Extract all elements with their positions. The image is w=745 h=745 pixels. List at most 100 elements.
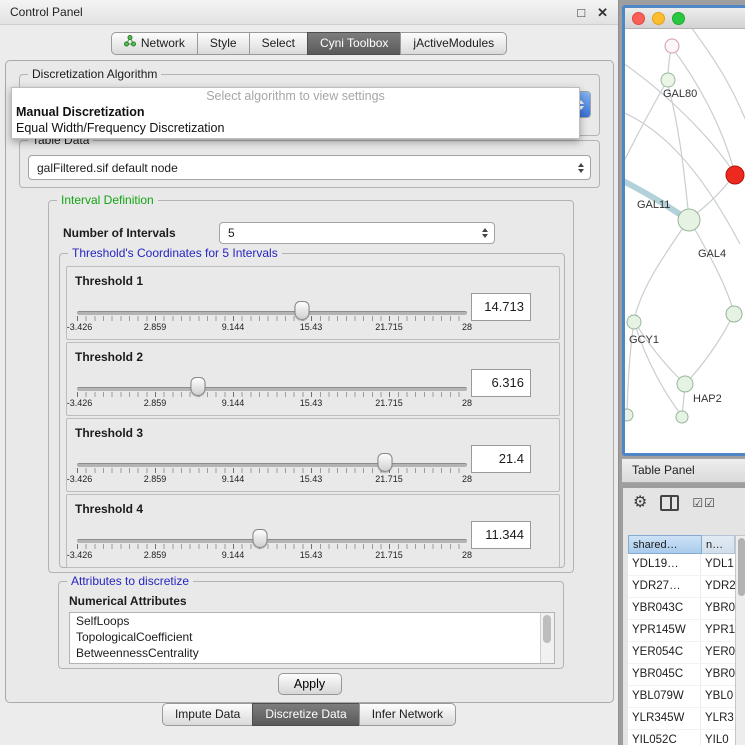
cell[interactable]: YLR3: [701, 708, 735, 729]
tab-style[interactable]: Style: [197, 32, 250, 55]
cell[interactable]: YBR043C: [628, 598, 701, 619]
cell[interactable]: YDR2: [701, 576, 735, 597]
network-node[interactable]: [665, 39, 679, 53]
network-node-selected[interactable]: [726, 166, 744, 184]
tab-jactivemodules[interactable]: jActiveModules: [400, 32, 507, 55]
network-node[interactable]: [627, 315, 641, 329]
threshold-panel-2: Threshold 2 -3.426 2.859 9.144 15.43 21.…: [66, 342, 560, 416]
network-node[interactable]: [661, 73, 675, 87]
gear-icon[interactable]: ⚙: [633, 495, 647, 511]
group-title: Attributes to discretize: [67, 574, 193, 588]
cell[interactable]: YIL052C: [628, 730, 701, 745]
column-header-shared-name[interactable]: shared…: [628, 535, 702, 554]
threshold-slider[interactable]: -3.426 2.859 9.144 15.43 21.715 28: [77, 495, 467, 567]
slider-track[interactable]: [77, 539, 467, 543]
tab-cyni-toolbox[interactable]: Cyni Toolbox: [307, 32, 401, 55]
threshold-coordinates-group: Threshold's Coordinates for 5 Intervals …: [59, 253, 565, 568]
slider-track[interactable]: [77, 387, 467, 391]
list-item[interactable]: SelfLoops: [70, 613, 554, 629]
combobox-value: galFiltered.sif default node: [29, 161, 572, 175]
threshold-value-field[interactable]: 6.316: [471, 369, 531, 397]
cell[interactable]: YBL0: [701, 686, 735, 707]
network-node[interactable]: [677, 376, 693, 392]
columns-icon[interactable]: [660, 495, 679, 511]
threshold-value-field[interactable]: 14.713: [471, 293, 531, 321]
scrollbar-thumb[interactable]: [543, 615, 551, 643]
list-item[interactable]: TopologicalCoefficient: [70, 629, 554, 645]
table-row[interactable]: YDL19… YDL1: [628, 554, 735, 576]
close-traffic-light[interactable]: [632, 12, 645, 25]
network-canvas[interactable]: GAL80 GAL11 GAL4 GCY1 HAP2: [625, 29, 745, 453]
group-title: Discretization Algorithm: [28, 67, 161, 81]
combobox-arrows-icon[interactable]: [572, 156, 590, 179]
combobox-arrows-icon[interactable]: [476, 223, 494, 243]
cell[interactable]: YDL1: [701, 554, 735, 575]
cell[interactable]: YBR0: [701, 664, 735, 685]
table-panel-header[interactable]: Table Panel: [622, 458, 745, 483]
tab-discretize-data[interactable]: Discretize Data: [252, 703, 359, 726]
threshold-slider[interactable]: -3.426 2.859 9.144 15.43 21.715 28: [77, 267, 467, 339]
network-node[interactable]: [625, 409, 633, 421]
cell[interactable]: YPR145W: [628, 620, 701, 641]
list-item[interactable]: BetweennessCentrality: [70, 645, 554, 661]
node-label: GCY1: [629, 334, 659, 346]
threshold-panel-3: Threshold 3 -3.426 2.859 9.144 15.43 21.…: [66, 418, 560, 492]
cell[interactable]: YLR345W: [628, 708, 701, 729]
cell[interactable]: YER054C: [628, 642, 701, 663]
numerical-attributes-heading: Numerical Attributes: [69, 594, 187, 608]
threshold-value-field[interactable]: 21.4: [471, 445, 531, 473]
cell[interactable]: YPR1: [701, 620, 735, 641]
tick-label: 15.43: [300, 398, 323, 408]
slider-thumb[interactable]: [295, 301, 310, 320]
threshold-slider[interactable]: -3.426 2.859 9.144 15.43 21.715 28: [77, 419, 467, 491]
table-row[interactable]: YLR345W YLR3: [628, 708, 735, 730]
tick-label: 15.43: [300, 474, 323, 484]
top-tab-bar: Network Style Select Cyni Toolbox jActiv…: [0, 32, 618, 55]
scrollbar-thumb[interactable]: [738, 538, 745, 596]
cell[interactable]: YIL0: [701, 730, 735, 745]
table-row[interactable]: YIL052C YIL0: [628, 730, 735, 745]
threshold-value-field[interactable]: 11.344: [471, 521, 531, 549]
dropdown-option-equal-width-frequency[interactable]: Equal Width/Frequency Discretization: [12, 120, 579, 136]
tab-impute-data[interactable]: Impute Data: [162, 703, 253, 726]
slider-thumb[interactable]: [378, 453, 393, 472]
table-toolbar: ⚙ ☑☑: [633, 491, 716, 515]
zoom-traffic-light[interactable]: [672, 12, 685, 25]
close-icon[interactable]: ✕: [597, 6, 608, 19]
tab-select[interactable]: Select: [249, 32, 308, 55]
table-row[interactable]: YBL079W YBL0: [628, 686, 735, 708]
restore-icon[interactable]: □: [577, 6, 585, 19]
table-row[interactable]: YBR043C YBR0: [628, 598, 735, 620]
table-row[interactable]: YER054C YER0: [628, 642, 735, 664]
network-node[interactable]: [726, 306, 742, 322]
cell[interactable]: YBR045C: [628, 664, 701, 685]
tab-network[interactable]: Network: [111, 32, 198, 55]
cell[interactable]: YBR0: [701, 598, 735, 619]
cell[interactable]: YDL19…: [628, 554, 701, 575]
select-columns-checkbox-icon[interactable]: ☑☑: [692, 497, 716, 509]
table-row[interactable]: YBR045C YBR0: [628, 664, 735, 686]
apply-button[interactable]: Apply: [278, 673, 342, 695]
minimize-traffic-light[interactable]: [652, 12, 665, 25]
slider-track[interactable]: [77, 463, 467, 467]
attributes-list[interactable]: SelfLoops TopologicalCoefficient Between…: [69, 612, 555, 664]
tab-infer-network[interactable]: Infer Network: [359, 703, 456, 726]
number-of-intervals-combobox[interactable]: 5: [219, 222, 495, 244]
cell[interactable]: YDR27…: [628, 576, 701, 597]
dropdown-option-manual-discretization[interactable]: Manual Discretization: [12, 104, 579, 120]
cell[interactable]: YER0: [701, 642, 735, 663]
table-scrollbar[interactable]: [735, 535, 745, 745]
slider-thumb[interactable]: [190, 377, 205, 396]
table-data-combobox[interactable]: galFiltered.sif default node: [28, 155, 591, 180]
slider-thumb[interactable]: [253, 529, 268, 548]
network-node[interactable]: [676, 411, 688, 423]
cell[interactable]: YBL079W: [628, 686, 701, 707]
network-node[interactable]: [678, 209, 700, 231]
column-header-name[interactable]: n…: [702, 535, 735, 554]
threshold-slider[interactable]: -3.426 2.859 9.144 15.43 21.715 28: [77, 343, 467, 415]
tick-label: -3.426: [67, 550, 93, 560]
table-row[interactable]: YDR27… YDR2: [628, 576, 735, 598]
table-row[interactable]: YPR145W YPR1: [628, 620, 735, 642]
slider-track[interactable]: [77, 311, 467, 315]
list-scrollbar[interactable]: [540, 613, 554, 663]
